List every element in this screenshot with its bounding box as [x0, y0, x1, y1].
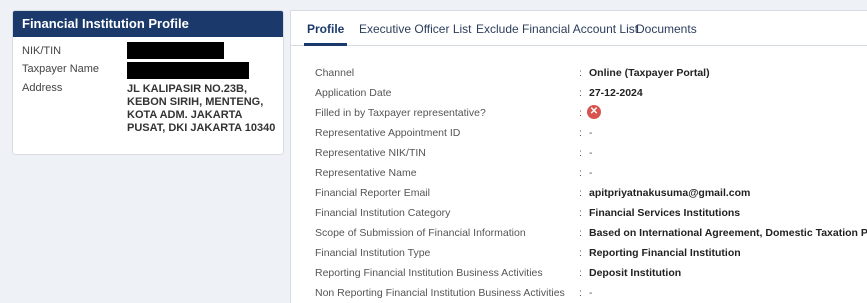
- detail-row-non-reporting-business-activities: Non Reporting Financial Institution Busi…: [315, 287, 867, 303]
- detail-label: Financial Reporter Email: [315, 187, 430, 199]
- detail-label: Representative Name: [315, 167, 417, 179]
- detail-colon: :: [579, 67, 582, 79]
- nik-tin-label: NIK/TIN: [22, 45, 62, 57]
- profile-card: Financial Institution Profile NIK/TIN Ta…: [12, 10, 284, 155]
- detail-value: apitpriyatnakusuma@gmail.com: [589, 187, 751, 199]
- detail-value: 27-12-2024: [589, 87, 643, 99]
- detail-value: Reporting Financial Institution: [589, 247, 741, 259]
- detail-value: -: [589, 167, 593, 179]
- detail-colon: :: [579, 267, 582, 279]
- profile-card-title: Financial Institution Profile: [13, 11, 283, 37]
- detail-row-filled-by-representative: Filled in by Taxpayer representative? : …: [315, 105, 867, 127]
- taxpayer-name-row: Taxpayer Name: [22, 62, 283, 82]
- detail-row-scope-of-submission: Scope of Submission of Financial Informa…: [315, 227, 867, 247]
- redaction-bar: [127, 42, 224, 59]
- detail-label: Financial Institution Category: [315, 207, 451, 219]
- detail-colon: :: [579, 287, 582, 299]
- detail-row-financial-reporter-email: Financial Reporter Email : apitpriyatnak…: [315, 187, 867, 207]
- address-value: JL KALIPASIR NO.23B, KEBON SIRIH, MENTEN…: [127, 83, 276, 134]
- tab-executive-officer-list[interactable]: Executive Officer List: [359, 22, 472, 36]
- detail-colon: :: [579, 87, 582, 99]
- detail-label: Non Reporting Financial Institution Busi…: [315, 287, 565, 299]
- detail-row-representative-name: Representative Name : -: [315, 167, 867, 187]
- detail-label: Representative Appointment ID: [315, 127, 461, 139]
- x-circle-icon: ✕: [587, 105, 601, 119]
- taxpayer-name-label: Taxpayer Name: [22, 63, 100, 75]
- detail-value: -: [589, 287, 593, 299]
- tab-exclude-financial-account-list[interactable]: Exclude Financial Account List: [476, 22, 638, 36]
- detail-colon: :: [579, 107, 582, 119]
- detail-value: Online (Taxpayer Portal): [589, 67, 710, 79]
- detail-label: Reporting Financial Institution Business…: [315, 267, 543, 279]
- tab-profile[interactable]: Profile: [303, 22, 348, 46]
- detail-label: Filled in by Taxpayer representative?: [315, 107, 486, 119]
- detail-value: -: [589, 127, 593, 139]
- detail-row-financial-institution-type: Financial Institution Type : Reporting F…: [315, 247, 867, 267]
- address-label: Address: [22, 82, 63, 94]
- detail-label: Channel: [315, 67, 355, 79]
- detail-value: Deposit Institution: [589, 267, 682, 279]
- detail-label: Scope of Submission of Financial Informa…: [315, 227, 526, 239]
- nik-tin-value: [127, 42, 277, 59]
- tab-documents[interactable]: Documents: [636, 22, 697, 36]
- taxpayer-name-value: [127, 62, 277, 79]
- detail-row-representative-appointment-id: Representative Appointment ID : -: [315, 127, 867, 147]
- detail-value: Based on International Agreement, Domest…: [589, 227, 867, 239]
- detail-value: -: [589, 147, 593, 159]
- detail-row-financial-institution-category: Financial Institution Category : Financi…: [315, 207, 867, 227]
- tab-bar: Profile Executive Officer List Exclude F…: [291, 11, 867, 46]
- detail-label: Financial Institution Type: [315, 247, 431, 259]
- redaction-bar: [127, 62, 249, 79]
- detail-label: Representative NIK/TIN: [315, 147, 426, 159]
- detail-panel: Profile Executive Officer List Exclude F…: [290, 10, 867, 303]
- detail-colon: :: [579, 207, 582, 219]
- detail-colon: :: [579, 227, 582, 239]
- detail-colon: :: [579, 187, 582, 199]
- detail-row-reporting-business-activities: Reporting Financial Institution Business…: [315, 267, 867, 287]
- detail-label: Application Date: [315, 87, 392, 99]
- detail-row-representative-nik-tin: Representative NIK/TIN : -: [315, 147, 867, 167]
- detail-value: Financial Services Institutions: [589, 207, 741, 219]
- detail-row-application-date: Application Date : 27-12-2024: [315, 87, 867, 107]
- detail-colon: :: [579, 247, 582, 259]
- address-row: Address JL KALIPASIR NO.23B, KEBON SIRIH…: [22, 82, 283, 142]
- detail-colon: :: [579, 167, 582, 179]
- nik-tin-row: NIK/TIN: [22, 42, 283, 63]
- detail-colon: :: [579, 127, 582, 139]
- detail-row-channel: Channel : Online (Taxpayer Portal): [315, 67, 867, 87]
- detail-colon: :: [579, 147, 582, 159]
